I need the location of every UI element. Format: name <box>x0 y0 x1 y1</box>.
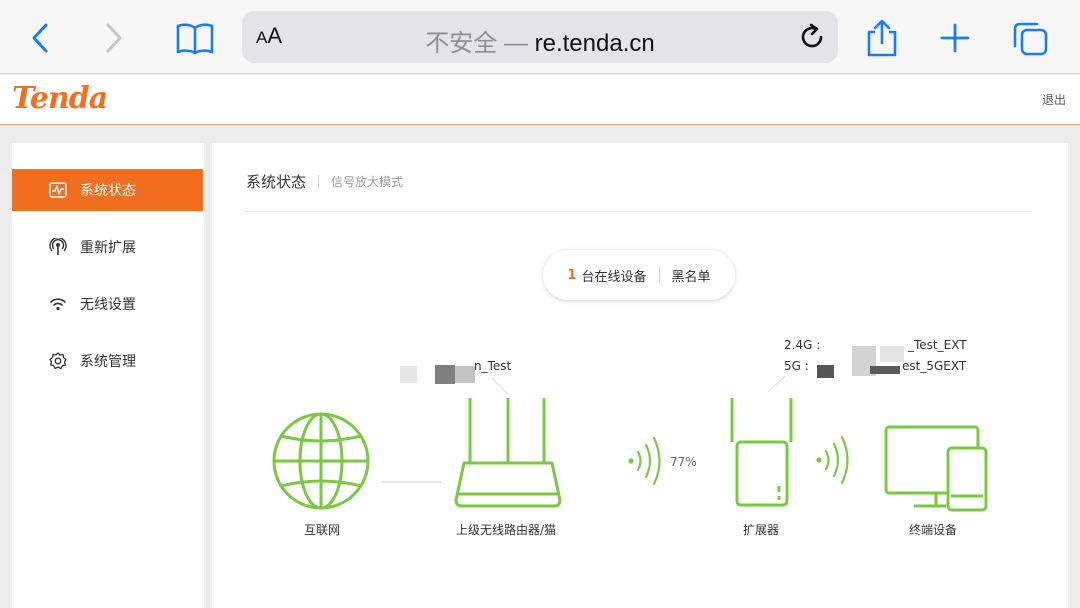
ssid-24g: _Test_EXT <box>908 338 967 352</box>
terminal-devices-label: 终端设备 <box>909 523 958 537</box>
extender-icon <box>730 398 793 507</box>
ssid-5g: est_5GEXT <box>902 359 967 373</box>
terminal-devices-icon <box>884 425 988 512</box>
band-24g-label: 2.4G : <box>784 338 821 352</box>
network-topology <box>272 346 988 512</box>
band-5g-label: 5G : <box>784 359 809 373</box>
upstream-router-label: 上级无线路由器/猫 <box>456 523 557 537</box>
extender-label: 扩展器 <box>743 523 780 537</box>
router-ssid-pointer <box>491 377 509 395</box>
signal-waves-icon <box>816 435 849 485</box>
signal-strength: 77% <box>670 455 697 469</box>
internet-label: 互联网 <box>304 523 341 537</box>
extender-ssid-pointer <box>767 375 786 393</box>
router-ssid-label: n_Test <box>474 359 512 373</box>
signal-waves-icon <box>628 436 661 486</box>
router-icon <box>454 398 562 508</box>
globe-icon <box>272 412 370 510</box>
